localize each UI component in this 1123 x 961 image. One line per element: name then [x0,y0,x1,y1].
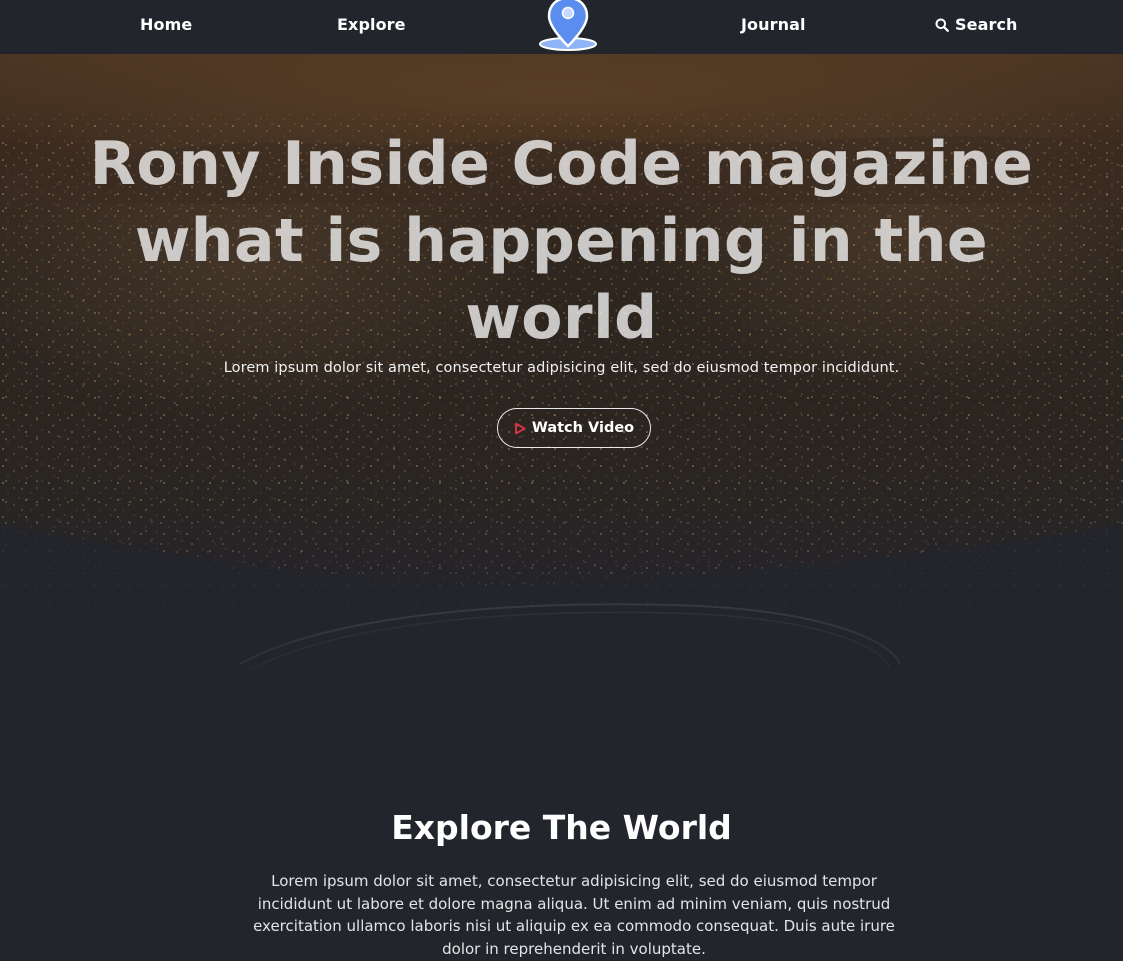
hero-subtitle: Lorem ipsum dolor sit amet, consectetur … [223,360,900,376]
nav-journal-link[interactable]: Journal [741,15,806,34]
explore-title: Explore The World [391,808,732,847]
top-navbar: Home Explore Journal Search [0,0,1123,54]
nav-home-link[interactable]: Home [140,15,192,34]
nav-search-label: Search [955,15,1018,34]
watch-video-button[interactable]: Watch Video [497,408,651,448]
watch-video-label: Watch Video [531,420,635,436]
nav-search-link[interactable]: Search [935,15,1018,34]
explore-description: Lorem ipsum dolor sit amet, consectetur … [253,872,895,958]
hero-title: Rony Inside Code magazine what is happen… [89,129,1034,353]
hero-section: Rony Inside Code magazine what is happen… [0,54,1123,780]
map-pin-icon[interactable] [536,0,600,54]
explore-section: Explore The World Lorem ipsum dolor sit … [0,780,1123,961]
search-icon [935,18,949,32]
play-icon [514,422,526,435]
nav-explore-link[interactable]: Explore [337,15,406,34]
